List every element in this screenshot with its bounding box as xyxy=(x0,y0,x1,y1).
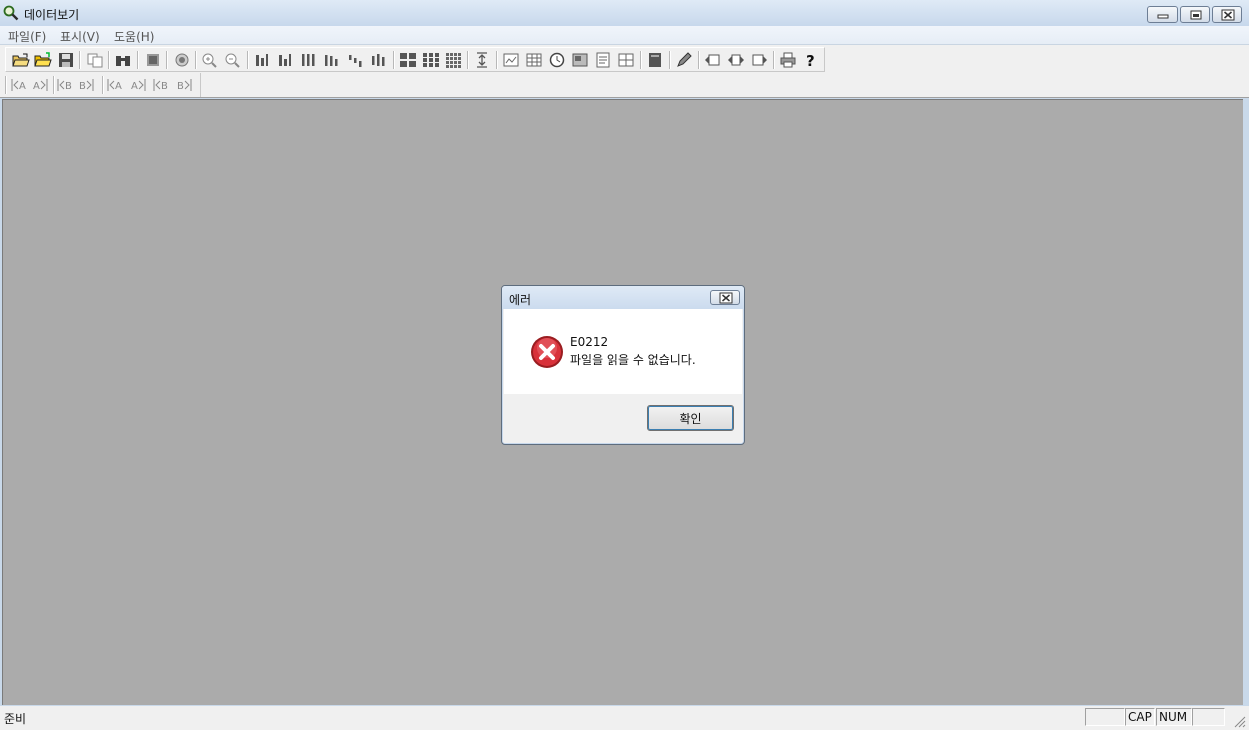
bar-chart-a-icon[interactable] xyxy=(253,52,271,68)
chart-frame-icon[interactable] xyxy=(502,52,520,68)
table-icon[interactable] xyxy=(525,52,543,68)
menu-bar: 파일(F) 표시(V) 도움(H) xyxy=(0,26,1249,45)
vertical-expand-icon[interactable] xyxy=(473,52,491,68)
close-icon xyxy=(719,292,733,304)
menu-file[interactable]: 파일(F) xyxy=(8,28,46,45)
status-pane-scroll xyxy=(1192,708,1225,726)
window-title: 데이터보기 xyxy=(24,8,80,22)
binoculars-icon[interactable] xyxy=(114,52,132,68)
status-cap: CAP xyxy=(1125,708,1155,726)
clock-icon[interactable] xyxy=(548,52,566,68)
bar-chart-b-icon[interactable] xyxy=(276,52,294,68)
bars-grouped-icon[interactable] xyxy=(322,52,340,68)
zoom-in-icon[interactable] xyxy=(201,52,219,68)
bars-stacked-icon[interactable] xyxy=(369,52,387,68)
open-folder-yellow-icon[interactable] xyxy=(34,52,52,68)
minimize-button[interactable] xyxy=(1147,6,1178,23)
nav-both-icon[interactable] xyxy=(727,52,745,68)
minimize-icon xyxy=(1157,14,1169,19)
printer-icon[interactable] xyxy=(779,52,797,68)
last-b-button[interactable]: B xyxy=(77,77,97,93)
dialog-body: E0212 파일을 읽을 수 없습니다. xyxy=(504,309,742,394)
document-icon[interactable] xyxy=(594,52,612,68)
menu-view[interactable]: 표시(V) xyxy=(60,28,100,45)
status-text: 준비 xyxy=(4,712,27,726)
bars-stepped-icon[interactable] xyxy=(346,52,364,68)
restore-icon xyxy=(1190,10,1202,20)
card-icon[interactable] xyxy=(646,52,664,68)
title-bar: 데이터보기 xyxy=(0,0,1249,26)
grid-3x3-icon[interactable] xyxy=(422,52,440,68)
pencil-icon[interactable] xyxy=(675,52,693,68)
last-b2-button[interactable]: B xyxy=(175,77,195,93)
nav-right-icon[interactable] xyxy=(750,52,768,68)
error-icon xyxy=(531,336,563,368)
image-icon[interactable] xyxy=(571,52,589,68)
error-code: E0212 xyxy=(570,335,609,349)
ok-button[interactable]: 확인 xyxy=(647,405,734,431)
grid-2x2-icon[interactable] xyxy=(399,52,417,68)
svg-text:B: B xyxy=(161,81,168,92)
svg-text:A: A xyxy=(131,81,138,92)
grid-4x4-icon[interactable] xyxy=(445,52,463,68)
help-icon[interactable]: ? xyxy=(802,52,820,68)
layout-icon[interactable] xyxy=(617,52,635,68)
bars-vertical-icon[interactable] xyxy=(299,52,317,68)
zoom-out-icon[interactable] xyxy=(224,52,242,68)
status-pane-empty xyxy=(1085,708,1125,726)
error-message: 파일을 읽을 수 없습니다. xyxy=(570,353,696,367)
first-a2-button[interactable]: A xyxy=(107,77,127,93)
main-toolbar: ? xyxy=(5,47,825,72)
record-icon[interactable] xyxy=(173,52,191,68)
error-dialog: 에러 E0212 파일을 읽을 수 없습니다. 확인 xyxy=(501,285,745,445)
dialog-close-button[interactable] xyxy=(710,290,740,305)
svg-text:B: B xyxy=(65,81,72,92)
magnifier-app-icon xyxy=(3,5,19,21)
status-num: NUM xyxy=(1156,708,1192,726)
first-b-button[interactable]: B xyxy=(57,77,77,93)
close-button[interactable] xyxy=(1212,6,1242,23)
last-a-button[interactable]: A xyxy=(31,77,51,93)
last-a2-button[interactable]: A xyxy=(129,77,149,93)
open-folder-icon[interactable] xyxy=(12,52,30,68)
restore-button[interactable] xyxy=(1180,6,1210,23)
film-icon[interactable] xyxy=(144,52,162,68)
resize-grip-icon[interactable] xyxy=(1232,714,1246,728)
nav-left-icon[interactable] xyxy=(704,52,722,68)
dialog-title: 에러 xyxy=(509,293,532,307)
copy-icon[interactable] xyxy=(86,52,104,68)
dialog-title-bar: 에러 xyxy=(502,286,744,309)
svg-text:A: A xyxy=(33,81,40,92)
svg-text:B: B xyxy=(177,81,184,92)
svg-text:A: A xyxy=(19,81,26,92)
save-icon[interactable] xyxy=(57,52,75,68)
svg-text:B: B xyxy=(79,81,86,92)
svg-text:?: ? xyxy=(806,52,815,68)
status-bar: 준비 CAP NUM xyxy=(0,706,1249,730)
menu-help[interactable]: 도움(H) xyxy=(114,28,154,45)
first-b2-button[interactable]: B xyxy=(153,77,173,93)
close-icon xyxy=(1221,9,1235,21)
toolbar-area: ? A A B B A A B B xyxy=(0,45,1249,98)
svg-text:A: A xyxy=(115,81,122,92)
first-a-button[interactable]: A xyxy=(11,77,31,93)
navigation-toolbar: A A B B A A B B xyxy=(5,73,201,97)
